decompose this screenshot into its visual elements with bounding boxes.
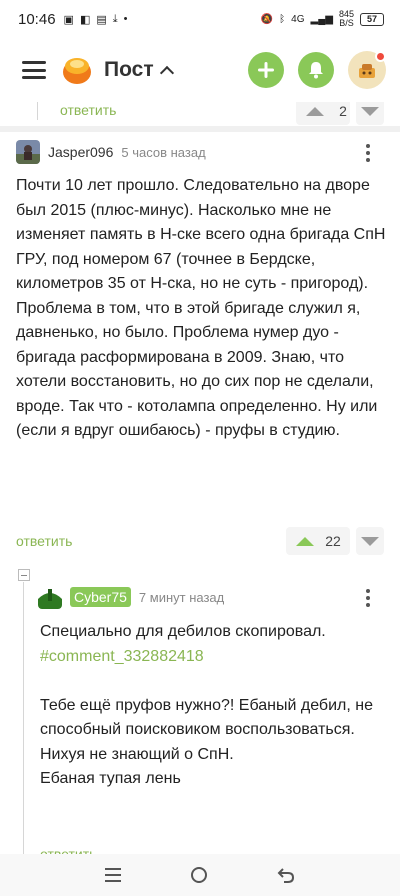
- vote-count: 22: [325, 533, 341, 549]
- bluetooth-icon: ᛒ: [279, 13, 286, 25]
- reply-link[interactable]: ответить: [60, 102, 116, 118]
- more-options-icon[interactable]: [366, 589, 370, 607]
- system-nav-bar: [0, 854, 400, 896]
- back-icon[interactable]: [277, 866, 295, 884]
- thread-line: [23, 582, 24, 854]
- vote-box: 2: [296, 102, 350, 125]
- reply-link[interactable]: ответить: [40, 846, 96, 854]
- vote-box: 22: [286, 527, 350, 555]
- downvote-button[interactable]: [356, 527, 384, 555]
- status-right: 🔕 ᛒ 4G ▂▄▆ 845 B/S 57: [261, 10, 384, 28]
- chevron-up-icon[interactable]: [159, 65, 174, 81]
- more-options-icon[interactable]: [366, 144, 370, 162]
- user-avatar-image: [38, 585, 62, 609]
- app-notification-icon: ▣: [63, 13, 74, 26]
- menu-icon[interactable]: [22, 61, 46, 79]
- downvote-icon: [361, 536, 379, 546]
- status-notification-icons: ▣ ◧ ▤ ⤓ •: [64, 13, 128, 26]
- comment-line: Специально для дебилов скопировал.: [40, 623, 326, 640]
- comment-body: Почти 10 лет прошло. Следовательно на дв…: [16, 177, 390, 439]
- app-notification-icon: ▤: [96, 13, 107, 26]
- battery-icon: 57: [360, 12, 384, 26]
- plus-icon: [258, 62, 274, 78]
- collapse-thread-button[interactable]: [18, 569, 30, 581]
- comment-line: Ебаная тупая лень: [40, 770, 181, 787]
- recent-apps-icon[interactable]: [105, 868, 121, 882]
- comment-header: Jasper096 5 часов назад: [16, 140, 206, 164]
- notifications-button[interactable]: [298, 52, 334, 88]
- mute-icon: 🔕: [260, 13, 274, 25]
- divider: [0, 126, 400, 132]
- app-notification-icon: ◧: [79, 13, 91, 26]
- user-avatar[interactable]: [16, 140, 40, 164]
- comments-feed[interactable]: ответить 2 Jasper096 5 часов назад Почти…: [0, 102, 400, 854]
- user-avatar-image: [16, 140, 40, 164]
- bell-icon: [309, 62, 323, 79]
- comment-body: Специально для дебилов скопировал. #comm…: [40, 620, 390, 792]
- username[interactable]: Cyber75: [70, 587, 131, 607]
- upvote-icon[interactable]: [306, 106, 324, 116]
- pikabu-logo[interactable]: [60, 53, 94, 87]
- comment-header: Cyber75 7 минут назад: [38, 585, 224, 609]
- download-icon: ⤓: [112, 12, 118, 25]
- app-bar: Пост: [0, 38, 400, 102]
- status-bar: 10:46 ▣ ◧ ▤ ⤓ • 🔕 ᛒ 4G ▂▄▆ 845 B/S 57: [0, 0, 400, 38]
- vote-count: 2: [339, 103, 347, 119]
- comment-line: Нихуя не знающий о СпН.: [40, 745, 234, 763]
- downvote-icon: [361, 106, 379, 116]
- reply-link[interactable]: ответить: [16, 533, 72, 549]
- downvote-button[interactable]: [356, 102, 384, 125]
- net-speed: 845 B/S: [339, 10, 354, 28]
- add-post-button[interactable]: [248, 52, 284, 88]
- signal-label: 4G: [291, 13, 305, 25]
- comment-time: 5 часов назад: [121, 144, 206, 160]
- user-avatar[interactable]: [38, 585, 62, 609]
- page-title: Пост: [104, 58, 154, 81]
- status-time: 10:46: [18, 10, 56, 28]
- signal-icon: ▂▄▆: [310, 13, 333, 25]
- notification-dot: [375, 51, 386, 62]
- dot-icon: •: [123, 13, 128, 25]
- comment-link[interactable]: #comment_332882418: [40, 648, 204, 665]
- net-speed-unit: B/S: [339, 18, 354, 28]
- comment-time: 7 минут назад: [138, 589, 225, 605]
- thread-line: [37, 102, 38, 120]
- comment-line: Тебе ещё пруфов нужно?! Ебаный дебил, не…: [40, 696, 378, 739]
- home-icon[interactable]: [191, 867, 207, 883]
- upvote-icon[interactable]: [296, 536, 314, 546]
- username[interactable]: Jasper096: [48, 144, 113, 160]
- profile-avatar[interactable]: [348, 51, 386, 89]
